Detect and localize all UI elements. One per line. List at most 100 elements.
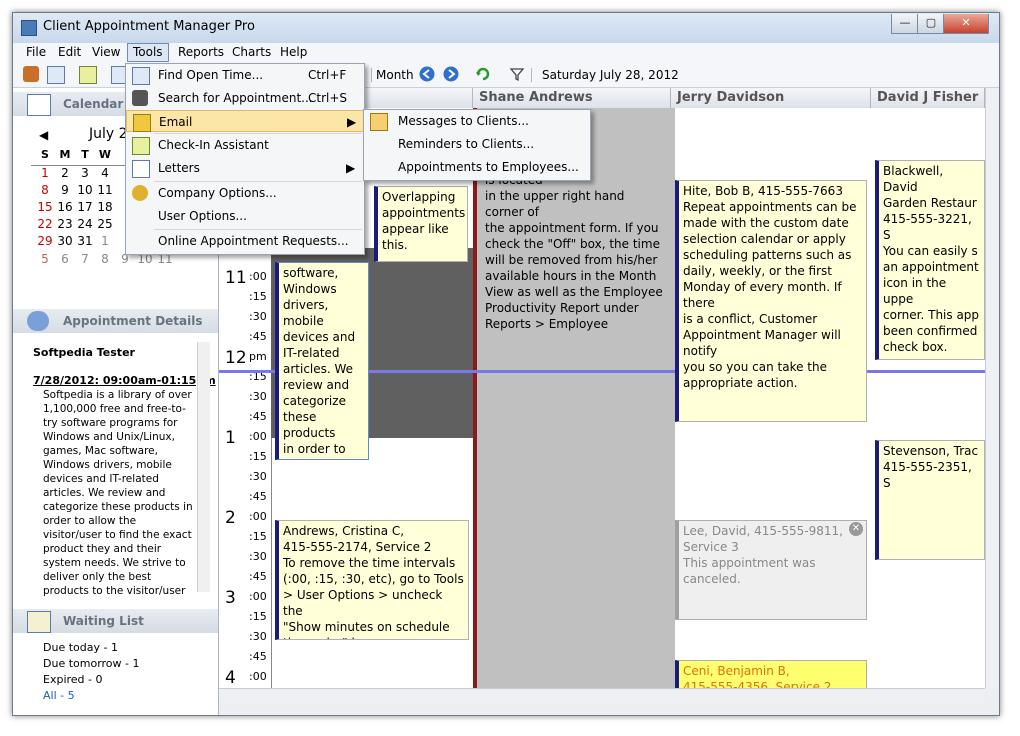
minute-label: :15 [249,290,267,303]
menu-tools[interactable]: Tools [127,43,169,62]
pm-label: pm [249,350,267,363]
hour-label: 1 [225,428,236,448]
appointment-stevenson[interactable]: Stevenson, Trac 415-555-2351, S [875,440,985,560]
calendar-panel-label: Calendar [63,97,124,111]
email-submenu: Messages to Clients... Reminders to Clie… [363,109,591,181]
appointment-lee-canceled[interactable]: Lee, David, 415-555-9811, Service 3 This… [675,520,867,620]
appointment-details-panel: Appointment Details Softpedia Tester 7/2… [13,309,218,597]
back-arrow-icon[interactable] [419,66,435,82]
menu-appointments-to-employees[interactable]: Appointments to Employees... [364,156,590,178]
calendar-icon [27,94,51,116]
minute-label: :45 [249,490,267,503]
forward-arrow-icon[interactable] [443,66,459,82]
minute-label: :00 [249,590,267,603]
card-icon[interactable] [47,66,65,84]
tools-menu: Find Open Time... Ctrl+F Search for Appoi… [125,63,365,255]
menu-search-appointment[interactable]: Search for Appointment... Ctrl+S [126,87,364,109]
appointment-hite[interactable]: Hite, Bob B, 415-555-7663 Repeat appoint… [675,180,867,422]
window-title: Client Appointment Manager Pro [43,19,255,34]
minute-label: :00 [249,510,267,523]
minute-label: :15 [249,530,267,543]
minute-label: :30 [249,470,267,483]
person-icon [27,311,49,331]
waiting-due-tomorrow[interactable]: Due tomorrow - 1 [43,657,140,670]
appointment-details-label: Appointment Details [63,314,203,328]
clipboard-icon [27,611,51,633]
menu-edit[interactable]: Edit [53,44,86,61]
month-title: July 2 [89,126,128,142]
email-icon [133,114,151,132]
appointment-overlap-example[interactable]: Overlapping appointments appear like thi… [374,186,468,262]
menu-charts[interactable]: Charts [227,44,276,61]
filter-icon[interactable] [509,66,525,82]
prev-month-icon[interactable]: ◀ [39,128,48,142]
menu-company-options[interactable]: Company Options... [126,182,364,204]
menu-messages-to-clients[interactable]: Messages to Clients... [364,110,590,132]
minute-label: :00 [249,430,267,443]
waiting-list-label: Waiting List [63,614,144,628]
minute-label: :15 [249,610,267,623]
hour-label: 4 [225,668,236,688]
vertical-scrollbar[interactable] [985,88,999,688]
menu-bar: File Edit View Tools Reports Charts Help [13,43,999,63]
close-button[interactable]: ✕ [943,14,989,34]
menu-file[interactable]: File [21,44,51,61]
column-header-jerry-davidson[interactable]: Jerry Davidson [671,88,871,108]
minute-label: :15 [249,450,267,463]
clients-icon[interactable] [23,66,39,82]
menu-letters[interactable]: Letters ▶ [126,157,364,179]
detail-scrollbar[interactable] [197,342,210,592]
minute-label: :30 [249,310,267,323]
appointment-details-header[interactable]: Appointment Details [13,309,218,333]
hour-label: 2 [225,508,236,528]
minute-label: :00 [249,270,267,283]
letters-icon [132,160,150,178]
cancel-icon[interactable]: ✕ [849,522,863,536]
detail-client-name: Softpedia Tester [33,346,135,359]
minute-label: :30 [249,630,267,643]
column-header-david-fisher[interactable]: David J Fisher [871,88,985,108]
waiting-all[interactable]: All - 5 [43,689,75,702]
checklist-icon[interactable] [79,66,97,84]
app-icon [21,20,37,36]
waiting-expired[interactable]: Expired - 0 [43,673,103,686]
menu-email[interactable]: Email ▶ [126,110,364,132]
minute-label: :45 [249,570,267,583]
minute-label: :30 [249,550,267,563]
column-header-shane-andrews[interactable]: Shane Andrews [473,88,671,108]
gear-icon [132,185,148,201]
menu-check-in-assistant[interactable]: Check-In Assistant [126,134,364,156]
menu-find-open-time[interactable]: Find Open Time... Ctrl+F [126,64,364,86]
hour-label: 11 [225,268,247,288]
minimize-button[interactable]: — [891,14,919,34]
app-window: Client Appointment Manager Pro — ▢ ✕ Fil… [12,12,1000,716]
appointment-blackwell[interactable]: Blackwell, David Garden Restaur 415-555-… [875,160,985,360]
month-view-button[interactable]: Month [371,68,414,82]
title-bar: Client Appointment Manager Pro — ▢ ✕ [13,13,999,43]
appointment-ceni[interactable]: Ceni, Benjamin B, 415-555-4356, Service … [675,660,867,688]
refresh-icon[interactable] [475,66,491,82]
current-date: Saturday July 28, 2012 [531,68,679,82]
menu-help[interactable]: Help [275,44,312,61]
menu-reports[interactable]: Reports [173,44,229,61]
appointment-andrews[interactable]: Andrews, Cristina C, 415-555-2174, Servi… [275,520,469,640]
detail-time: 7/28/2012: 09:00am-01:15pm [33,374,216,387]
menu-online-appointment-requests[interactable]: Online Appointment Requests... [126,230,364,252]
maximize-button[interactable]: ▢ [917,14,945,34]
appointment-softpedia-tester[interactable]: software, Windows drivers, mobile device… [275,262,369,460]
find-icon [132,67,150,85]
menu-reminders-to-clients[interactable]: Reminders to Clients... [364,133,590,155]
horizontal-scrollbar[interactable] [219,688,985,703]
binoculars-icon [132,90,148,106]
waiting-list-header[interactable]: Waiting List [13,609,218,633]
minute-label: :30 [249,390,267,403]
minute-label: :45 [249,410,267,423]
menu-user-options[interactable]: User Options... [126,205,364,227]
menu-view[interactable]: View [87,44,125,61]
minute-label: :45 [249,330,267,343]
hour-label: 12 [225,348,247,368]
minute-label: :45 [249,650,267,663]
checklist-icon [132,137,150,155]
waiting-due-today[interactable]: Due today - 1 [43,641,118,654]
detail-notes: Softpedia is a library of over 1,100,000… [43,389,193,597]
